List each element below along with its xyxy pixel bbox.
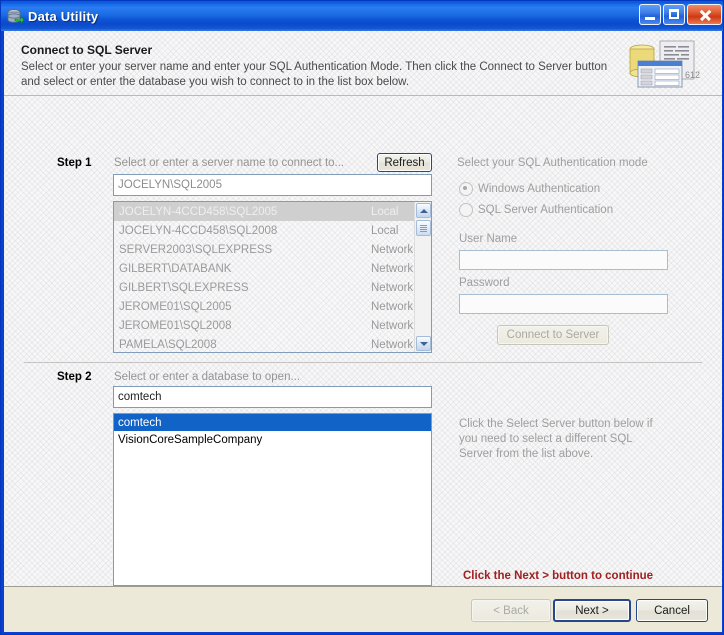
- window-title: Data Utility: [28, 8, 99, 24]
- radio-windows-label: Windows Authentication: [478, 183, 601, 195]
- scrollbar-thumb[interactable]: [416, 220, 431, 236]
- server-list-item-name: SERVER2003\SQLEXPRESS: [119, 243, 273, 256]
- next-button[interactable]: Next >: [553, 599, 631, 622]
- minimize-button[interactable]: [639, 4, 661, 25]
- radio-off-icon: [459, 203, 473, 217]
- server-list[interactable]: JOCELYN-4CCD458\SQL2005 Local JOCELYN-4CCD…: [113, 201, 432, 353]
- dialog-body: Connect to SQL Server Select or enter yo…: [4, 31, 722, 632]
- header-icon-caption: 612: [685, 70, 700, 80]
- password-label: Password: [459, 277, 510, 289]
- scroll-down-icon[interactable]: [416, 336, 431, 351]
- server-name-input[interactable]: JOCELYN\SQL2005: [113, 174, 432, 196]
- step1-label: Step 1: [57, 157, 92, 169]
- back-button[interactable]: < Back: [471, 599, 551, 622]
- database-app-icon: [6, 8, 25, 26]
- dialog-footer: < Back Next > Cancel: [4, 586, 722, 632]
- scroll-up-icon[interactable]: [416, 203, 431, 218]
- server-list-item[interactable]: JOCELYN-4CCD458\SQL2008 Local: [114, 221, 431, 240]
- server-list-item-name: JEROME01\SQL2008: [119, 319, 232, 332]
- step1-hint: Select or enter a server name to connect…: [114, 157, 345, 169]
- select-server-note: Click the Select Server button below if …: [459, 418, 653, 460]
- server-list-item-name: PAMELA\SQL2008: [119, 338, 217, 351]
- close-button[interactable]: [687, 4, 722, 25]
- username-input[interactable]: [459, 250, 668, 270]
- server-list-item[interactable]: GILBERT\SQLEXPRESS Network: [114, 278, 431, 297]
- connect-to-server-button[interactable]: Connect to Server: [497, 325, 609, 345]
- auth-title: Select your SQL Authentication mode: [457, 157, 648, 169]
- database-list[interactable]: comtech VisionCoreSampleCompany: [113, 413, 432, 586]
- section-divider: [24, 362, 702, 363]
- server-list-rows: JOCELYN-4CCD458\SQL2005 Local JOCELYN-4CCD…: [114, 202, 431, 352]
- server-list-item[interactable]: JEROME01\SQL2008 Network: [114, 316, 431, 335]
- server-list-item[interactable]: JEROME01\SQL2005 Network: [114, 297, 431, 316]
- password-input[interactable]: [459, 294, 668, 314]
- server-list-item-name: JEROME01\SQL2005: [119, 300, 232, 313]
- radio-on-icon: [459, 182, 473, 196]
- database-list-rows: comtech VisionCoreSampleCompany: [114, 414, 431, 448]
- data-utility-window: Data Utility Connect to SQL Server Selec…: [0, 0, 724, 635]
- server-list-item-name: GILBERT\SQLEXPRESS: [119, 281, 249, 294]
- maximize-button[interactable]: [663, 4, 685, 25]
- title-bar[interactable]: Data Utility: [1, 1, 723, 31]
- window-controls: [639, 4, 722, 25]
- server-list-item-name: JOCELYN-4CCD458\SQL2008: [119, 224, 278, 237]
- database-list-item[interactable]: comtech: [114, 414, 431, 431]
- username-label: User Name: [459, 233, 518, 245]
- step2-hint: Select or enter a database to open...: [114, 371, 301, 383]
- step2-label: Step 2: [57, 371, 92, 383]
- database-list-item[interactable]: VisionCoreSampleCompany: [114, 431, 431, 448]
- page-title: Connect to SQL Server: [21, 43, 153, 57]
- page-description: Select or enter your server name and ent…: [21, 61, 608, 88]
- refresh-button[interactable]: Refresh: [377, 153, 432, 172]
- cancel-button[interactable]: Cancel: [636, 599, 708, 622]
- continue-note: Click the Next > button to continue: [463, 570, 654, 582]
- radio-sql-label: SQL Server Authentication: [478, 204, 614, 216]
- database-name-input[interactable]: comtech: [113, 386, 432, 408]
- server-list-item[interactable]: JOCELYN-4CCD458\SQL2005 Local: [114, 202, 431, 221]
- server-list-item[interactable]: GILBERT\DATABANK Network: [114, 259, 431, 278]
- wizard-header: Connect to SQL Server Select or enter yo…: [4, 31, 722, 96]
- server-list-item[interactable]: SERVER2003\SQLEXPRESS Network: [114, 240, 431, 259]
- radio-windows-authentication[interactable]: Windows Authentication: [459, 182, 600, 196]
- database-document-form-icon: 612: [624, 39, 704, 89]
- server-list-item-name: GILBERT\DATABANK: [119, 262, 232, 275]
- server-list-item[interactable]: PAMELA\SQL2008 Network: [114, 335, 431, 352]
- server-list-scrollbar[interactable]: [414, 202, 431, 352]
- radio-sql-server-authentication[interactable]: SQL Server Authentication: [459, 203, 613, 217]
- server-list-item-name: JOCELYN-4CCD458\SQL2005: [119, 205, 278, 218]
